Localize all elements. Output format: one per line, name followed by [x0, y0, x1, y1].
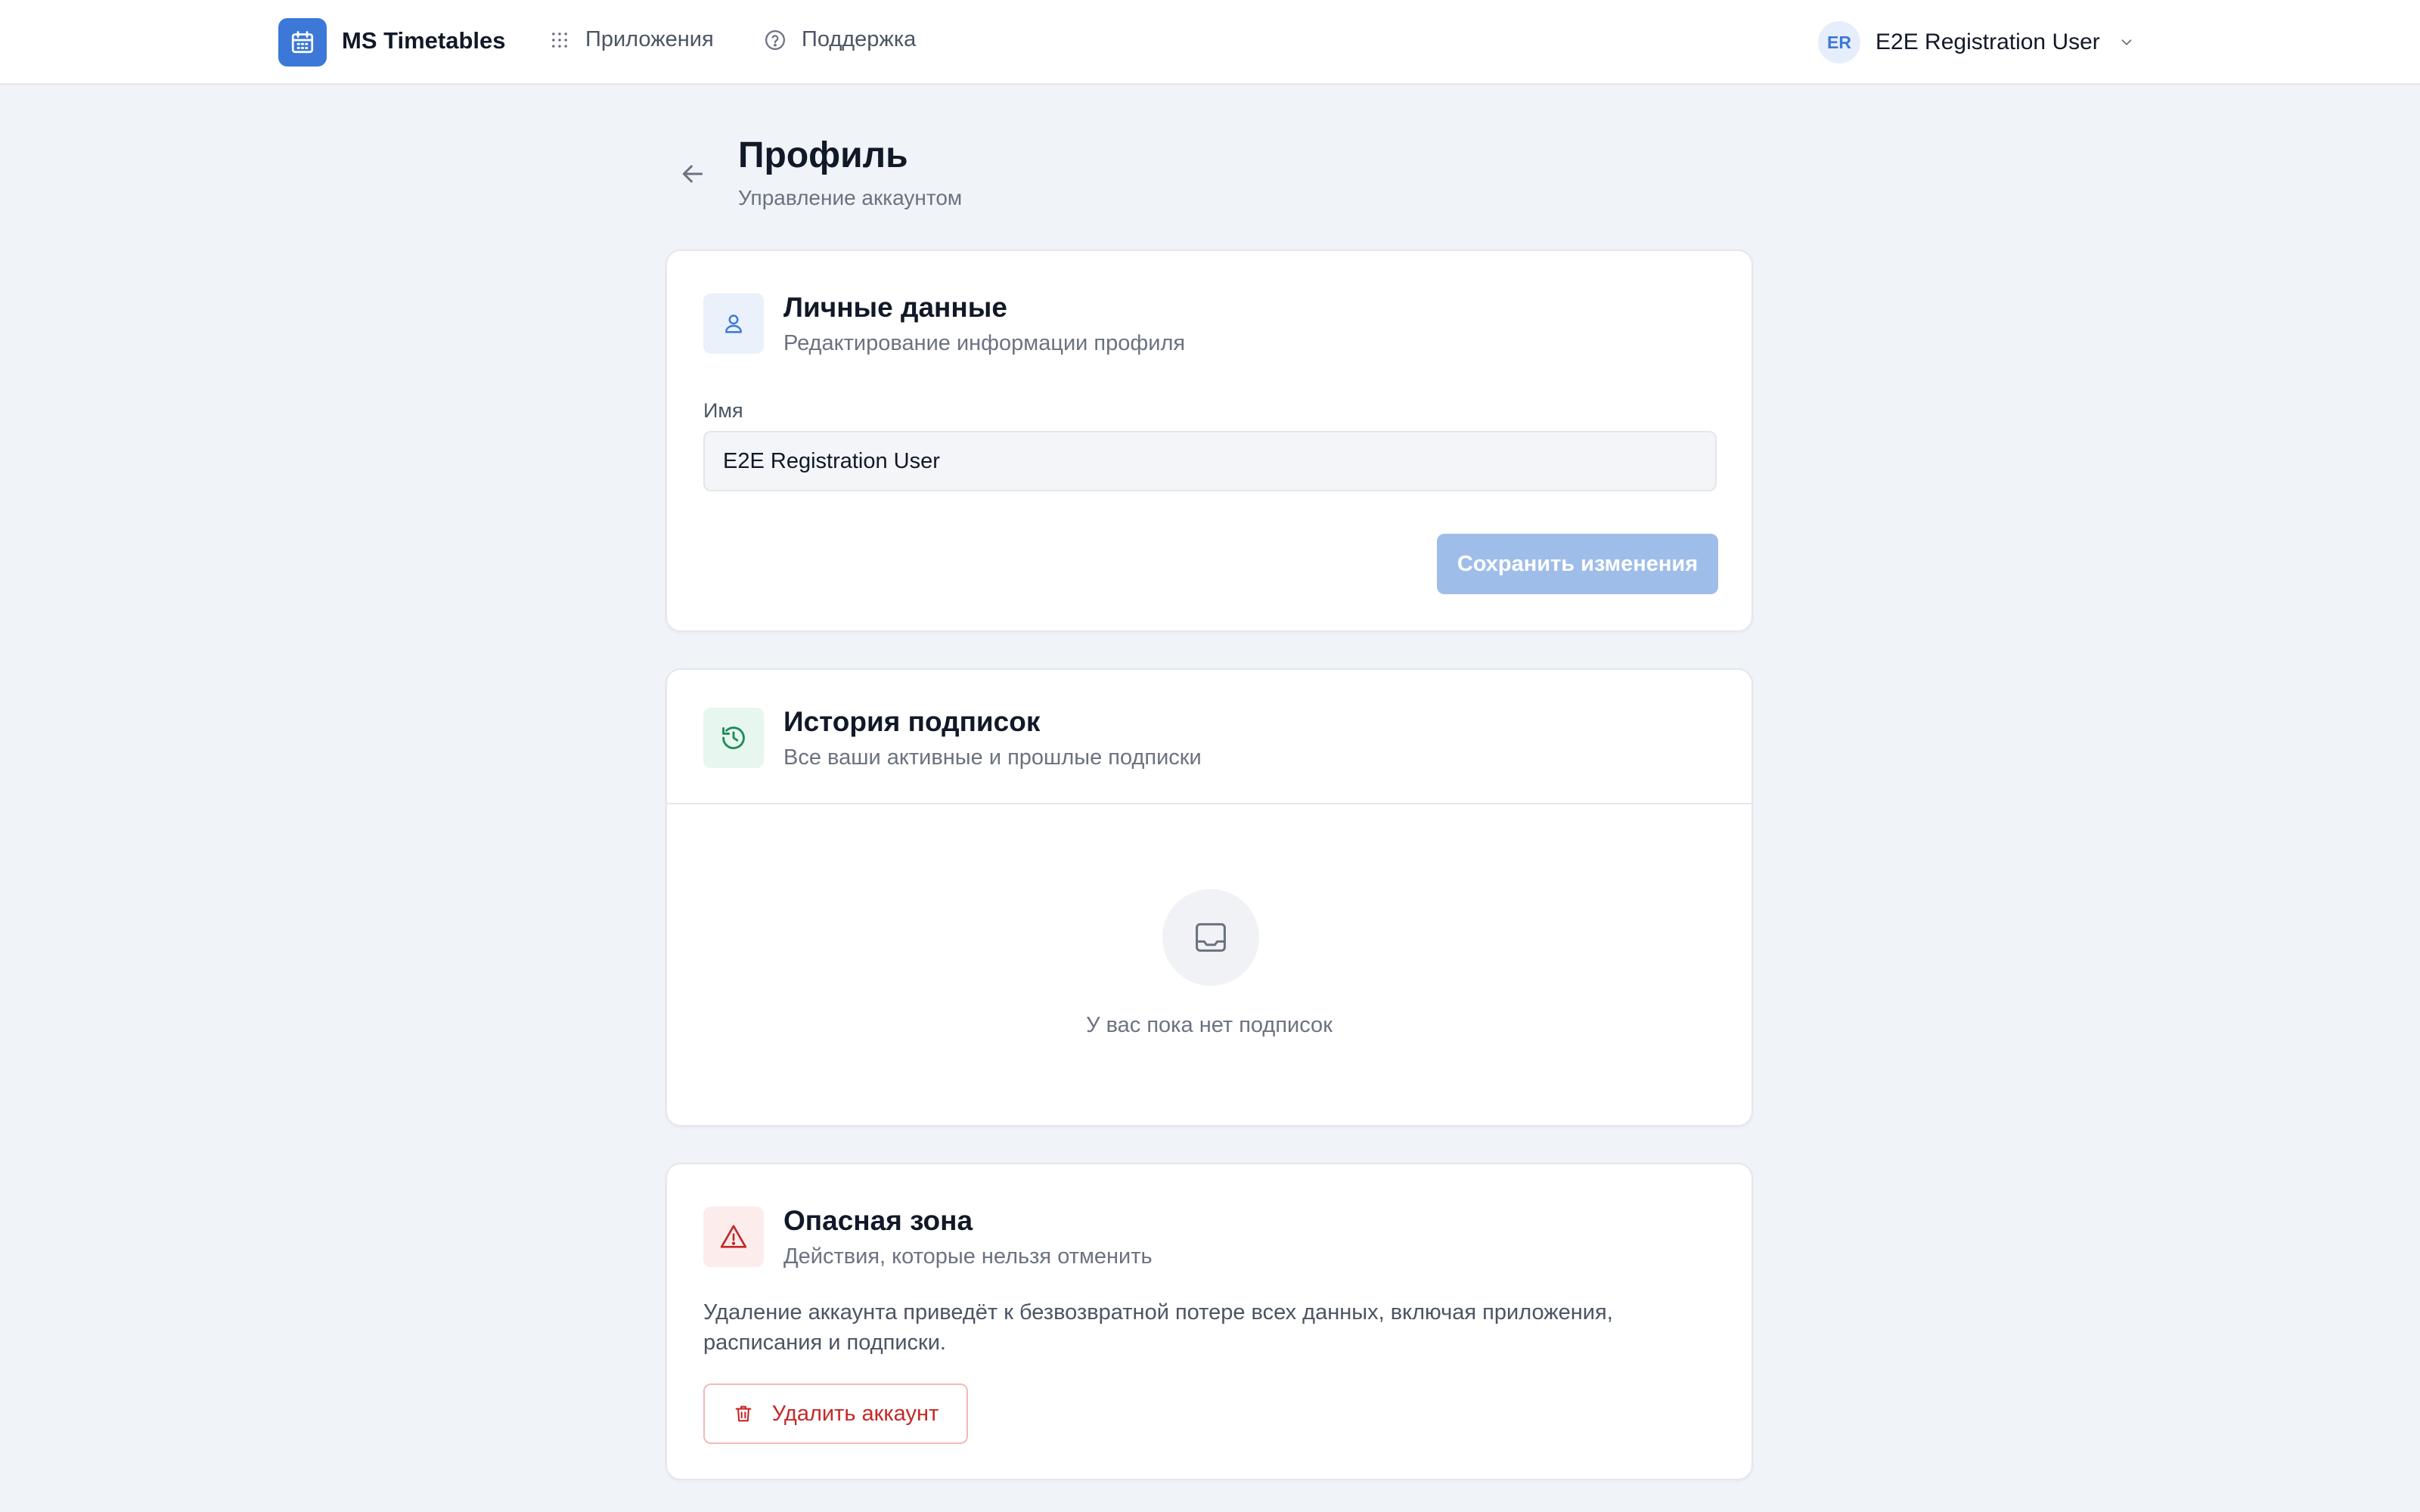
warning-icon — [720, 1225, 747, 1248]
trash-icon — [735, 1405, 752, 1422]
arrow-left-icon[interactable] — [678, 159, 708, 189]
page-title: Профиль — [738, 135, 908, 175]
inbox-icon — [1196, 923, 1226, 952]
personal-data-icon-tile — [703, 293, 764, 354]
danger-description: Действия, которые нельзя отменить — [783, 1244, 1153, 1269]
help-circle-icon — [765, 29, 785, 50]
history-icon-tile — [703, 708, 764, 768]
top-bar: MS Timetables Приложения Поддержка ER E2… — [0, 0, 2420, 85]
nav-apps[interactable]: Приложения — [549, 27, 714, 52]
save-changes-button[interactable]: Сохранить изменения — [1437, 534, 1718, 594]
empty-state-icon-circle — [1162, 889, 1259, 986]
chevron-down-icon — [2121, 39, 2132, 45]
danger-zone-card: Опасная зона Действия, которые нельзя от… — [666, 1163, 1753, 1480]
nav-apps-label: Приложения — [585, 27, 714, 51]
danger-icon-tile — [703, 1207, 764, 1267]
calendar-icon — [291, 31, 314, 54]
history-description: Все ваши активные и прошлые подписки — [783, 745, 1202, 770]
empty-state-text: У вас пока нет подписок — [1086, 1013, 1333, 1037]
subscription-history-card: История подписок Все ваши активные и про… — [666, 668, 1753, 1126]
nav-support-label: Поддержка — [802, 27, 917, 51]
history-icon — [722, 727, 745, 749]
danger-title: Опасная зона — [783, 1205, 973, 1236]
name-field-label: Имя — [703, 399, 743, 422]
history-title: История подписок — [783, 706, 1041, 737]
user-name: E2E Registration User — [1876, 29, 2100, 54]
app-name[interactable]: MS Timetables — [342, 27, 506, 54]
delete-account-button[interactable]: Удалить аккаунт — [703, 1383, 968, 1444]
delete-account-label: Удалить аккаунт — [771, 1401, 939, 1426]
personal-data-description: Редактирование информации профиля — [783, 331, 1186, 355]
app-logo[interactable] — [278, 18, 327, 67]
history-divider — [667, 803, 1751, 804]
grid-dots-icon — [552, 32, 567, 48]
avatar: ER — [1818, 21, 1860, 64]
page-subtitle: Управление аккаунтом — [738, 186, 963, 209]
personal-data-title: Личные данные — [783, 292, 1007, 323]
name-field[interactable] — [703, 431, 1717, 491]
user-menu[interactable]: ER E2E Registration User — [1818, 21, 2135, 64]
nav-support[interactable]: Поддержка — [764, 27, 916, 52]
user-icon — [725, 314, 742, 333]
personal-data-card: Личные данные Редактирование информации … — [666, 249, 1753, 632]
delete-warning-text: Удаление аккаунта приведёт к безвозвратн… — [703, 1300, 1613, 1355]
